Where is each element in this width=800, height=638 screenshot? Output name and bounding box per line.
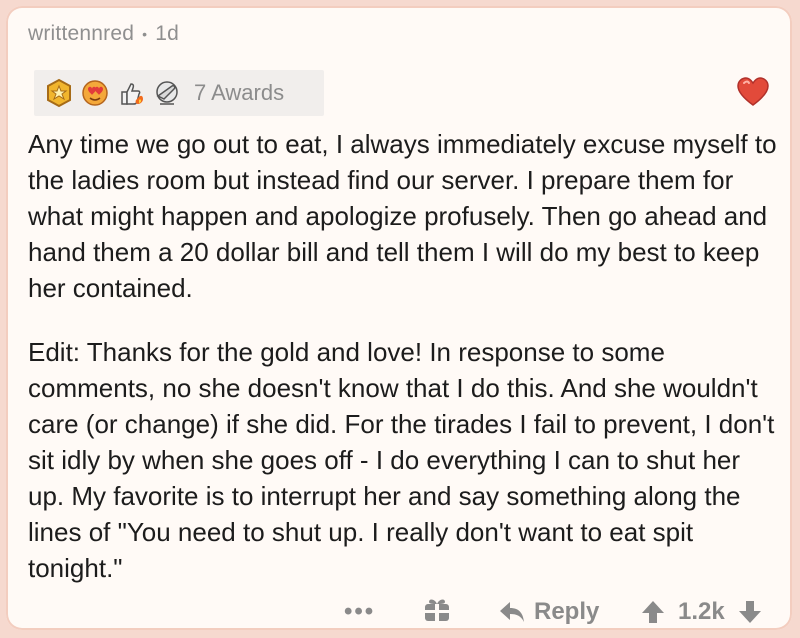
- comment-age: 1d: [155, 22, 179, 45]
- vote-score: 1.2k: [678, 598, 725, 625]
- thumbs-up-flame-icon: [121, 83, 143, 105]
- meta-separator: •: [142, 26, 148, 42]
- comment-header: writtennred • 1d: [28, 22, 179, 46]
- comment-paragraph: Edit: Thanks for the gold and love! In r…: [28, 337, 775, 583]
- vote-controls: 1.2k: [640, 598, 763, 626]
- reply-arrow-icon: [500, 602, 524, 622]
- reply-label: Reply: [534, 598, 600, 625]
- heart-award-icon[interactable]: [736, 76, 770, 108]
- downvote-arrow-icon[interactable]: [737, 599, 763, 625]
- more-options-button[interactable]: •••: [344, 598, 375, 626]
- facepalm-icon: [156, 81, 178, 105]
- author-username[interactable]: writtennred: [28, 22, 134, 46]
- gift-award-icon[interactable]: [422, 594, 452, 624]
- reply-button[interactable]: Reply: [498, 598, 599, 626]
- comment-card: writtennred • 1d 7 Awards Any time we go…: [6, 6, 792, 630]
- awards-bar[interactable]: 7 Awards: [34, 70, 324, 116]
- comment-actions: ••• Reply 1.2k: [6, 592, 792, 632]
- comment-paragraph: Any time we go out to eat, I always imme…: [28, 129, 777, 303]
- gold-medal-icon: [47, 78, 71, 108]
- awards-count-label: 7 Awards: [194, 80, 285, 105]
- comment-body: Any time we go out to eat, I always imme…: [28, 126, 780, 614]
- heart-eyes-icon: [82, 80, 108, 106]
- upvote-arrow-icon[interactable]: [640, 599, 666, 625]
